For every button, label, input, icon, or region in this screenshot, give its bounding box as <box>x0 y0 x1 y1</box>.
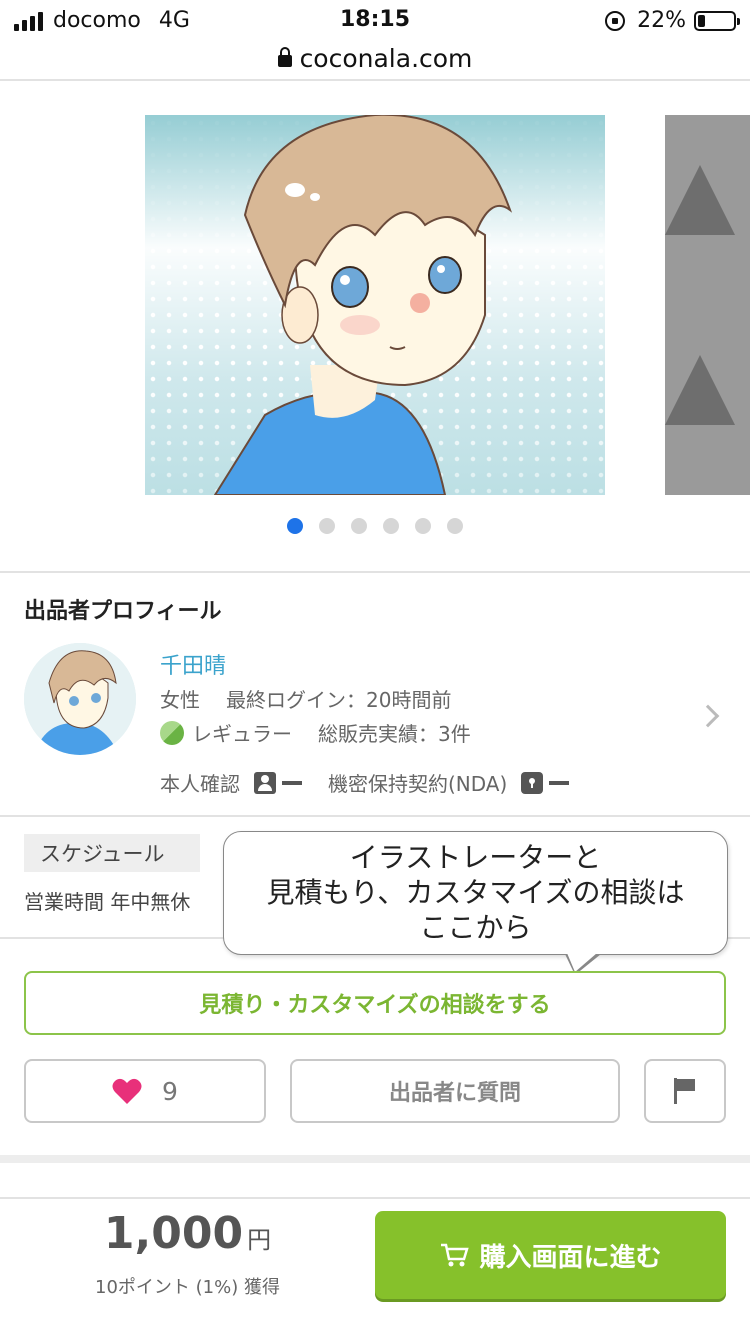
lock-icon <box>521 771 544 794</box>
battery-percent: 22% <box>637 8 686 33</box>
avatar[interactable] <box>24 643 136 755</box>
seller-gender: 女性 <box>160 688 200 712</box>
report-button[interactable] <box>644 1059 726 1123</box>
seller-name-link[interactable]: 千田晴 <box>160 648 226 680</box>
seller-rank-row: レギュラー 総販売実績：3件 <box>160 718 471 747</box>
profile-section-title: 出品者プロフィール <box>24 599 222 624</box>
carousel-dot[interactable] <box>319 518 335 534</box>
nda-status-dash <box>549 780 570 785</box>
business-hours: 営業時間 年中無休 <box>24 890 191 914</box>
purchase-button[interactable]: 購入画面に進む <box>375 1211 726 1299</box>
consult-tooltip: イラストレーターと 見積もり、カスタマイズの相談は ここから <box>223 831 728 975</box>
ask-seller-button[interactable]: 出品者に質問 <box>290 1059 620 1123</box>
flag-icon <box>674 1078 696 1104</box>
person-id-icon <box>254 771 276 794</box>
section-separator <box>0 1155 750 1163</box>
favorite-button[interactable]: 9 <box>24 1059 266 1123</box>
lock-icon <box>277 47 292 67</box>
purchase-label: 購入画面に進む <box>479 1242 662 1273</box>
divider <box>0 1197 750 1199</box>
rotation-lock-icon <box>605 10 626 31</box>
carousel-dot[interactable] <box>287 518 303 534</box>
seller-meta: 女性 最終ログイン：20時間前 <box>160 684 451 713</box>
cart-icon <box>441 1243 470 1267</box>
price: 1,000 円 <box>0 1208 375 1259</box>
carousel-slide-next[interactable] <box>665 115 750 495</box>
image-carousel[interactable] <box>0 80 750 570</box>
rank-icon <box>160 720 184 745</box>
illustration-image <box>213 115 513 495</box>
divider <box>0 571 750 573</box>
tooltip-line-2: 見積もり、カスタマイズの相談は <box>266 876 685 909</box>
tooltip-line-1: イラストレーターと <box>349 841 602 874</box>
favorite-count: 9 <box>162 1076 178 1106</box>
status-right: 22% <box>605 8 740 33</box>
carousel-dots <box>0 518 750 534</box>
tooltip-line-3: ここから <box>419 911 532 944</box>
schedule-tag: スケジュール <box>24 834 200 872</box>
consult-button[interactable]: 見積り・カスタマイズの相談をする <box>24 971 726 1035</box>
carousel-dot[interactable] <box>351 518 367 534</box>
carousel-dot[interactable] <box>415 518 431 534</box>
status-bar: docomo 4G 18:15 22% <box>0 0 750 42</box>
verification-row: 本人確認 機密保持契約(NDA) <box>160 768 570 797</box>
seller-last-login: 最終ログイン：20時間前 <box>226 688 452 712</box>
carousel-slide-main[interactable] <box>145 115 605 495</box>
carousel-dot[interactable] <box>383 518 399 534</box>
carousel-dot[interactable] <box>447 518 463 534</box>
points-earned: 10ポイント (1%) 獲得 <box>95 1277 280 1298</box>
url-domain: coconala.com <box>299 43 473 73</box>
seller-sales: 総販売実績：3件 <box>318 722 471 746</box>
seller-rank: レギュラー <box>192 722 292 746</box>
url-bar[interactable]: coconala.com <box>0 38 750 78</box>
heart-icon <box>112 1078 142 1104</box>
identity-label: 本人確認 <box>160 772 240 796</box>
price-currency: 円 <box>247 1226 272 1254</box>
battery-icon <box>694 10 740 31</box>
identity-status-dash <box>282 780 302 785</box>
price-amount: 1,000 <box>103 1208 244 1259</box>
divider <box>0 815 750 817</box>
nda-label: 機密保持契約(NDA) <box>328 772 508 796</box>
chevron-right-icon[interactable] <box>696 704 720 728</box>
